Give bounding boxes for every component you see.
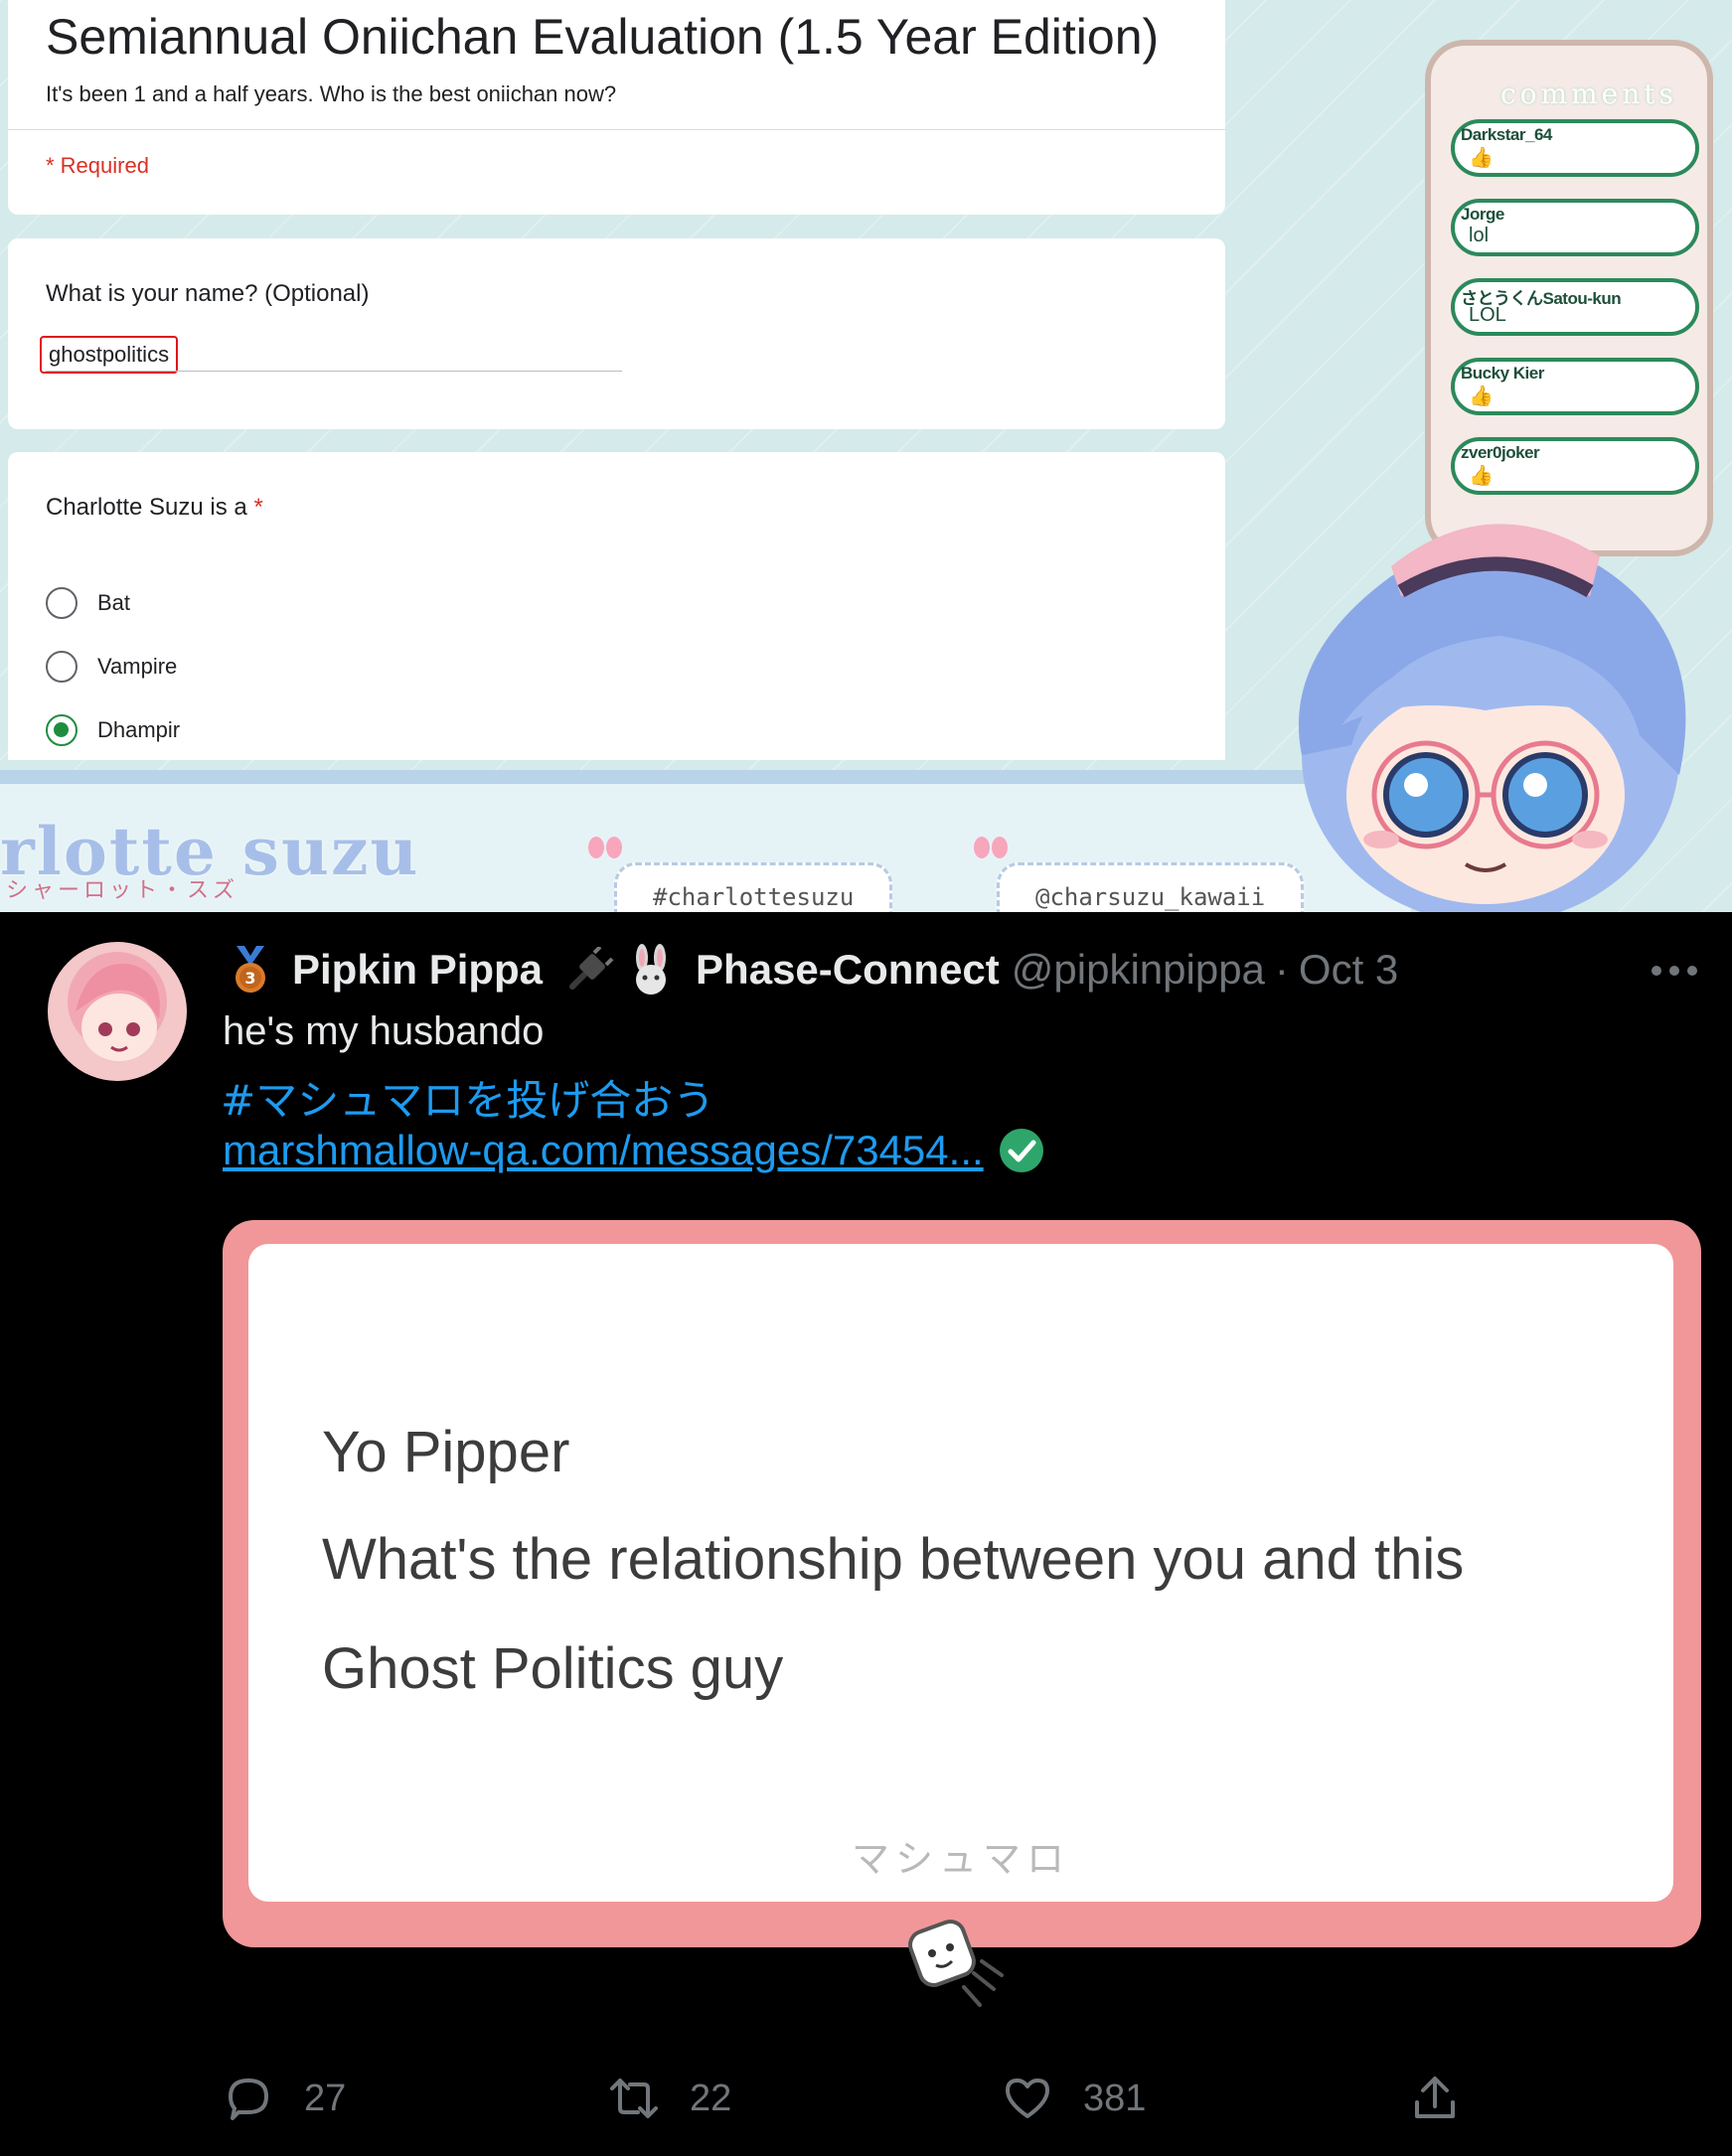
comment-text: LOL [1469, 304, 1506, 326]
tweet-url-link[interactable]: marshmallow-qa.com/messages/73454... [223, 1127, 1045, 1174]
radio-option-vampire[interactable]: Vampire [46, 651, 177, 683]
tweet-action-bar: 27 22 381 [223, 2073, 1683, 2142]
tweet-hashtag-link[interactable]: #マシュマロを投げ合おう [221, 1067, 714, 1128]
svg-text:3: 3 [244, 969, 255, 988]
comment-text: 👍 [1469, 385, 1494, 407]
form-title: Semiannual Oniichan Evaluation (1.5 Year… [46, 9, 1160, 65]
radio-label: Dhampir [97, 717, 181, 742]
retweet-count: 22 [690, 2077, 732, 2119]
comment-item: Darkstar_64 👍 [1451, 119, 1699, 177]
medal-3-icon: 3 [236, 946, 265, 993]
form-divider [8, 129, 1225, 130]
radio-label: Bat [97, 590, 131, 615]
comment-user: zver0joker [1461, 443, 1540, 462]
question-charlotte-text: Charlotte Suzu is a [46, 494, 247, 521]
comment-item: Bucky Kier 👍 [1451, 358, 1699, 415]
radio-checked-icon[interactable] [46, 714, 78, 746]
marshmallow-message-box: Yo Pipper What's the relationship betwee… [248, 1244, 1673, 1902]
share-icon[interactable] [1409, 2073, 1461, 2124]
tweet-text: he's my husbando [223, 1009, 545, 1053]
marshmallow-mascot-icon [908, 1920, 1004, 2007]
display-name[interactable]: Pipkin Pippa [292, 946, 543, 994]
message-line: What's the relationship between you and … [322, 1527, 1465, 1592]
radio-unchecked-icon[interactable] [46, 651, 78, 683]
form-description: It's been 1 and a half years. Who is the… [46, 81, 617, 106]
tweet-url-text[interactable]: marshmallow-qa.com/messages/73454... [223, 1127, 984, 1174]
stream-brand-subtitle: シャーロット・スズ [6, 877, 239, 902]
heart-icon[interactable] [1002, 2073, 1053, 2124]
message-line: Ghost Politics guy [322, 1636, 784, 1701]
reply-icon[interactable] [223, 2073, 274, 2124]
user-handle[interactable]: @pipkinpippa [1012, 946, 1265, 994]
plug-icon [569, 947, 614, 990]
answer-underline [46, 371, 622, 372]
required-note: * Required [46, 153, 149, 178]
marshmallow-card-image[interactable]: Yo Pipper What's the relationship betwee… [223, 1220, 1701, 2007]
comments-title: comments [1500, 77, 1677, 110]
retweet-icon[interactable] [608, 2073, 660, 2124]
required-star: * [253, 494, 263, 521]
retweet-button[interactable]: 22 [608, 2073, 731, 2124]
bunny-icon [636, 944, 667, 995]
radio-unchecked-icon[interactable] [46, 587, 78, 619]
bow-icon [588, 837, 622, 858]
comment-user: Jorge [1461, 205, 1504, 224]
tweet-header: 3 Pipkin Pippa Phase-Connect @pipkinpipp… [225, 944, 1398, 996]
share-button[interactable] [1409, 2073, 1461, 2124]
name-answer-field[interactable]: ghostpolitics [40, 336, 179, 374]
affiliation-name[interactable]: Phase-Connect [696, 946, 1000, 994]
comment-text: 👍 [1469, 147, 1494, 169]
check-circle-icon [999, 1129, 1043, 1172]
reply-count: 27 [304, 2077, 347, 2119]
tweet-date[interactable]: Oct 3 [1299, 946, 1398, 994]
comment-item: Jorge lol [1451, 199, 1699, 256]
radio-label: Vampire [97, 654, 178, 679]
message-line: Yo Pipper [322, 1420, 570, 1484]
comment-item: zver0joker 👍 [1451, 437, 1699, 495]
separator-dot: · [1274, 946, 1289, 993]
marshmallow-brand: マシュマロ [851, 1839, 1070, 1881]
comment-text: lol [1469, 225, 1490, 246]
more-icon[interactable] [1650, 964, 1699, 978]
question-name-label: What is your name? (Optional) [46, 280, 370, 307]
question-charlotte-card: Charlotte Suzu is a * Bat Vampire Dhampi… [8, 452, 1225, 760]
radio-option-bat[interactable]: Bat [46, 587, 130, 619]
stream-screenshot: Semiannual Oniichan Evaluation (1.5 Year… [0, 0, 1732, 912]
tweet: 3 Pipkin Pippa Phase-Connect @pipkinpipp… [0, 912, 1732, 2156]
question-name-card: What is your name? (Optional) ghostpolit… [8, 238, 1225, 429]
form-header-card: Semiannual Oniichan Evaluation (1.5 Year… [8, 0, 1225, 215]
hashtag-tab: #charlottesuzu [614, 862, 893, 912]
streamer-avatar [1298, 524, 1686, 912]
question-charlotte-label: Charlotte Suzu is a * [46, 494, 263, 522]
like-button[interactable]: 381 [1002, 2073, 1146, 2124]
comment-user: Darkstar_64 [1461, 125, 1552, 144]
radio-option-dhampir[interactable]: Dhampir [46, 714, 180, 746]
bow-icon [974, 837, 1008, 858]
comment-text: 👍 [1469, 465, 1494, 487]
user-avatar[interactable] [48, 942, 187, 1081]
comment-item: さとうくんSatou-kun LOL [1451, 278, 1699, 336]
reply-button[interactable]: 27 [223, 2073, 346, 2124]
like-count: 381 [1083, 2077, 1147, 2119]
comment-user: Bucky Kier [1461, 364, 1544, 383]
comments-panel: comments Darkstar_64 👍 Jorge lol さとうくんSa… [1425, 40, 1713, 556]
